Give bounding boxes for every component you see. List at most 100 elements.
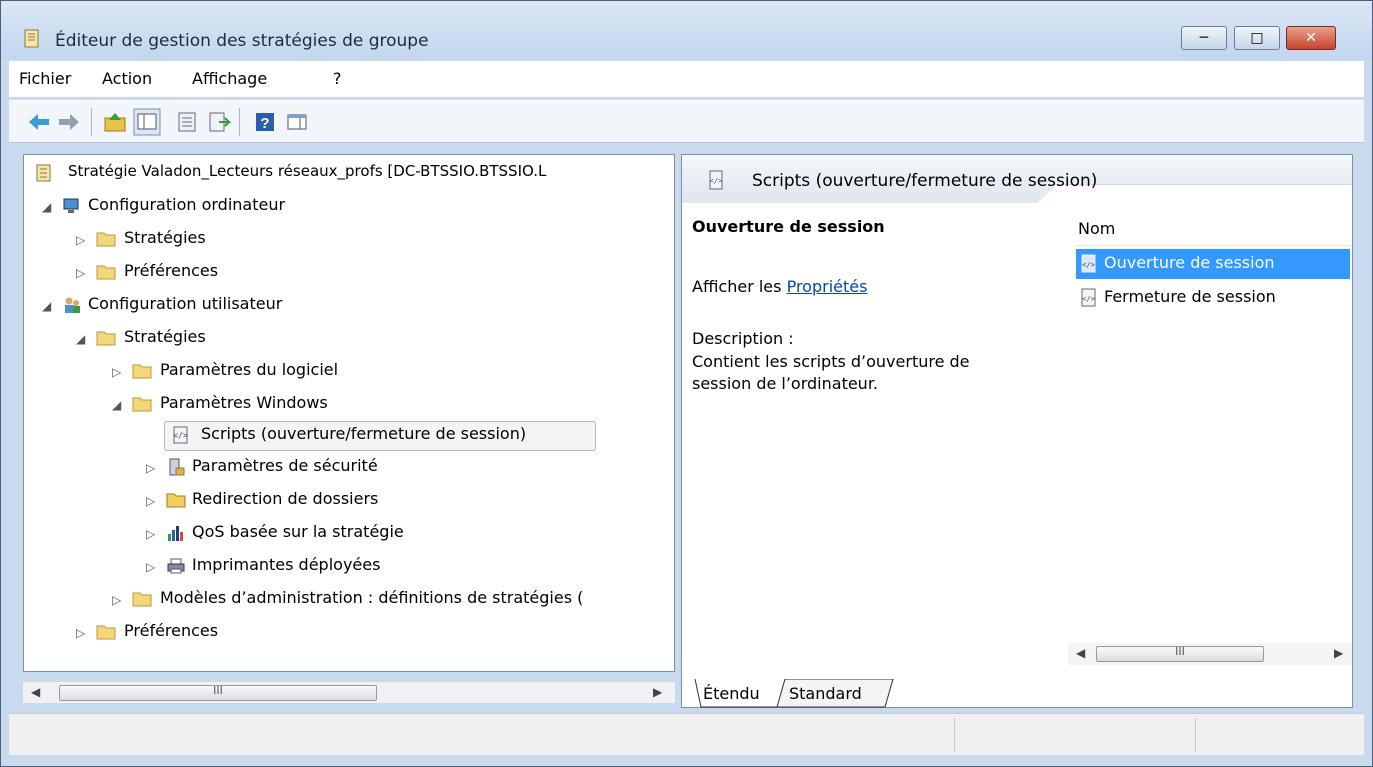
svg-text:</>: </> <box>710 177 723 185</box>
export-list-icon[interactable] <box>207 110 231 134</box>
collapse-icon[interactable]: ◢ <box>42 299 51 313</box>
show-hide-action-pane-icon[interactable] <box>285 110 309 134</box>
security-icon <box>169 458 185 476</box>
scrollbar-grip: III <box>1175 645 1185 658</box>
collapse-icon[interactable]: ◢ <box>42 200 51 214</box>
list-item-label: Ouverture de session <box>1104 253 1275 272</box>
folder-icon <box>132 592 152 607</box>
minimize-button[interactable]: ─ <box>1181 26 1227 50</box>
expand-icon[interactable]: ▷ <box>146 527 155 541</box>
collapse-icon[interactable]: ◢ <box>76 332 85 346</box>
script-icon: </> <box>173 426 188 444</box>
folder-icon <box>132 364 152 379</box>
collapse-icon[interactable]: ◢ <box>112 398 121 412</box>
svg-text:</>: </> <box>173 431 188 440</box>
close-button[interactable]: ✕ <box>1286 26 1336 50</box>
tree-node-label: Paramètres du logiciel <box>160 360 339 379</box>
chart-icon <box>168 526 183 541</box>
user-config-icon <box>65 297 80 313</box>
scrollbar-thumb[interactable]: III <box>59 684 377 701</box>
list-horizontal-scrollbar[interactable]: ◀ III ▶ <box>1068 643 1352 665</box>
tree-node-label: QoS basée sur la stratégie <box>192 522 404 541</box>
scroll-left-icon[interactable]: ◀ <box>31 685 40 699</box>
svg-text:</>: </> <box>1082 295 1095 303</box>
tree-root-label: Stratégie Valadon_Lecteurs réseaux_profs… <box>68 162 547 180</box>
section-title: Ouverture de session <box>692 217 885 236</box>
tab-etendu[interactable]: Étendu <box>703 684 760 703</box>
svg-text:?: ? <box>260 115 269 132</box>
menu-action[interactable]: Action <box>102 69 152 88</box>
folder-icon <box>96 265 116 280</box>
tab-standard[interactable]: Standard <box>789 684 862 703</box>
tree-root[interactable]: Stratégie Valadon_Lecteurs réseaux_profs… <box>34 161 674 191</box>
back-arrow-icon[interactable] <box>27 110 51 134</box>
tree-node-label: Stratégies <box>124 228 206 247</box>
expand-icon[interactable]: ▷ <box>146 560 155 574</box>
tree-node-label: Paramètres Windows <box>160 393 328 412</box>
description-label: Description : <box>692 329 794 348</box>
tree-node-label: Préférences <box>124 261 219 280</box>
folder-icon <box>96 331 116 346</box>
expand-icon[interactable]: ▷ <box>76 233 85 247</box>
script-icon: </> <box>1081 254 1096 273</box>
toolbar-separator <box>239 108 240 136</box>
scroll-right-icon[interactable]: ▶ <box>653 685 662 699</box>
list-item-ouverture[interactable]: </> Ouverture de session <box>1076 249 1350 279</box>
expand-icon[interactable]: ▷ <box>146 494 155 508</box>
window-title: Éditeur de gestion des stratégies de gro… <box>55 31 429 51</box>
svg-text:</>: </> <box>1082 261 1095 269</box>
tree-node-label: Stratégies <box>124 327 206 346</box>
show-prefix: Afficher les <box>692 277 787 296</box>
details-header: </> Scripts (ouverture/fermeture de sess… <box>682 155 1352 203</box>
policy-icon <box>36 164 51 182</box>
column-header-nom[interactable]: Nom <box>1076 215 1352 246</box>
tree-pane: Stratégie Valadon_Lecteurs réseaux_profs… <box>23 154 675 672</box>
title-bar[interactable]: Éditeur de gestion des stratégies de gro… <box>1 1 1372 59</box>
expand-icon[interactable]: ▷ <box>146 461 155 475</box>
details-pane: </> Scripts (ouverture/fermeture de sess… <box>681 154 1353 708</box>
tree-node-label: Modèles d’administration : définitions d… <box>160 588 584 607</box>
list-item-label: Fermeture de session <box>1104 287 1276 306</box>
expand-icon[interactable]: ▷ <box>112 593 121 607</box>
show-properties-line: Afficher les Propriétés <box>692 277 867 296</box>
computer-config-icon <box>63 198 79 213</box>
properties-icon[interactable] <box>175 110 199 134</box>
script-icon: </> <box>1081 288 1096 307</box>
script-icon: </> <box>709 170 723 190</box>
help-icon[interactable]: ? <box>253 110 277 134</box>
menu-fichier[interactable]: Fichier <box>19 69 71 88</box>
expand-icon[interactable]: ▷ <box>76 626 85 640</box>
scrollbar-thumb[interactable]: III <box>1096 645 1264 662</box>
forward-arrow-icon[interactable] <box>57 110 81 134</box>
folder-icon <box>96 232 116 247</box>
status-bar <box>9 713 1364 755</box>
scrollbar-grip: III <box>213 684 223 697</box>
maximize-button[interactable]: □ <box>1234 26 1280 50</box>
scroll-right-icon[interactable]: ▶ <box>1334 646 1343 660</box>
description-text: Contient les scripts d’ouverture de sess… <box>692 352 970 393</box>
details-header-title: Scripts (ouverture/fermeture de session) <box>752 171 1098 191</box>
menu-affichage[interactable]: Affichage <box>192 69 267 88</box>
show-hide-tree-icon[interactable] <box>133 108 161 136</box>
scroll-left-icon[interactable]: ◀ <box>1076 646 1085 660</box>
tree-node-label: Imprimantes déployées <box>192 555 381 574</box>
up-folder-icon[interactable] <box>103 110 127 134</box>
folder-icon <box>132 397 152 412</box>
close-icon: ✕ <box>1305 30 1317 46</box>
column-header-label: Nom <box>1078 219 1116 238</box>
tree-node-scripts-selected[interactable]: </> Scripts (ouverture/fermeture de sess… <box>164 421 596 451</box>
tree-horizontal-scrollbar[interactable]: ◀ III ▶ <box>23 681 675 703</box>
tree-node-label: Configuration ordinateur <box>88 195 286 214</box>
status-separator <box>1195 718 1196 752</box>
policy-editor-icon <box>24 29 39 48</box>
list-item-fermeture[interactable]: </> Fermeture de session <box>1076 283 1350 313</box>
expand-icon[interactable]: ▷ <box>112 365 121 379</box>
tree-node-label: Paramètres de sécurité <box>192 456 378 475</box>
tree-node-label: Configuration utilisateur <box>88 294 283 313</box>
view-tabs: Étendu Standard <box>694 679 894 708</box>
menu-help[interactable]: ? <box>333 69 342 88</box>
tree-node-label: Scripts (ouverture/fermeture de session) <box>201 424 527 443</box>
expand-icon[interactable]: ▷ <box>76 266 85 280</box>
status-separator <box>954 718 955 752</box>
properties-link[interactable]: Propriétés <box>787 277 868 296</box>
